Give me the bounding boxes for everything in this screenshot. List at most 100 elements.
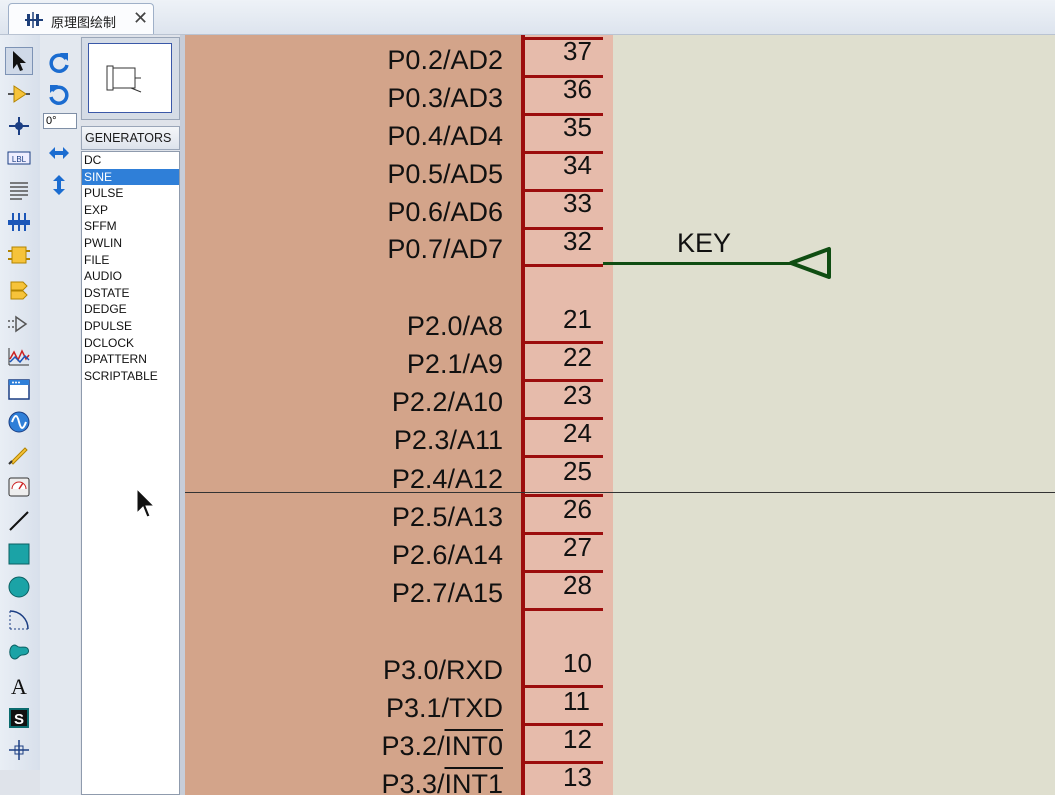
pin-name: P0.4/AD4 — [387, 121, 503, 151]
selection-arrow-icon[interactable] — [5, 47, 33, 75]
generator-item-sine[interactable]: SINE — [82, 168, 179, 186]
rotation-angle-input[interactable] — [43, 113, 77, 129]
pin-name: P0.2/AD2 — [387, 45, 503, 75]
orientation-toolbar — [40, 35, 80, 795]
pin-name: P0.7/AD7 — [387, 234, 503, 264]
pin-number: 10 — [563, 648, 592, 678]
subcircuit-icon[interactable] — [5, 241, 33, 269]
pin-name: P0.5/AD5 — [387, 159, 503, 189]
chip-edge — [521, 35, 525, 795]
pin-number: 27 — [563, 532, 592, 562]
generator-item-dc[interactable]: DC — [82, 152, 179, 169]
svg-text:A: A — [11, 674, 27, 697]
tab-schematic-capture[interactable]: 原理图绘制 ✕ — [8, 3, 154, 34]
text-icon[interactable]: A — [5, 671, 33, 699]
pin-number: 24 — [563, 418, 592, 448]
pin-name: P2.4/A12 — [391, 464, 503, 494]
pin-number: 25 — [563, 456, 592, 486]
pin-number: 36 — [563, 74, 592, 104]
pin-number: 35 — [563, 112, 592, 142]
bus-icon[interactable] — [5, 208, 33, 236]
generator-item-file[interactable]: FILE — [82, 252, 179, 269]
box-icon[interactable] — [5, 540, 33, 568]
pin-name: P3.2/INT0 — [381, 731, 503, 761]
text-script-icon[interactable] — [5, 176, 33, 204]
pin-number: 28 — [563, 570, 592, 600]
generator-item-dstate[interactable]: DSTATE — [82, 285, 179, 302]
rotate-cw-icon[interactable] — [45, 48, 73, 76]
mode-toolbar: LBL A S — [0, 35, 41, 770]
generator-item-pwlin[interactable]: PWLIN — [82, 235, 179, 252]
pin-name: P2.3/A11 — [393, 425, 503, 455]
device-pin-icon[interactable] — [5, 310, 33, 338]
junction-icon[interactable] — [5, 112, 33, 140]
generator-icon[interactable] — [5, 408, 33, 436]
mirror-x-icon[interactable] — [45, 139, 73, 167]
svg-text:S: S — [14, 711, 24, 728]
pin-name: P3.0/RXD — [382, 655, 503, 685]
pin-number: 22 — [563, 342, 592, 372]
pin-line[interactable] — [523, 264, 603, 267]
mouse-cursor-icon — [136, 487, 156, 518]
pin-name: P2.6/A14 — [391, 540, 503, 570]
key-wire[interactable] — [603, 262, 791, 265]
generator-item-exp[interactable]: EXP — [82, 202, 179, 219]
generators-header: GENERATORS — [81, 126, 180, 150]
input-terminal-icon[interactable] — [787, 246, 831, 282]
voltage-probe-icon[interactable] — [5, 440, 33, 468]
pin-name: P2.5/A13 — [391, 502, 503, 532]
pin-name: P2.1/A9 — [406, 349, 503, 379]
pin-number: 13 — [563, 762, 592, 792]
component-icon[interactable] — [5, 80, 33, 108]
generator-item-dclock[interactable]: DCLOCK — [82, 335, 179, 352]
pin-name: P3.3/INT1 — [381, 769, 503, 795]
generator-item-audio[interactable]: AUDIO — [82, 268, 179, 285]
circle-icon[interactable] — [5, 573, 33, 601]
pin-line[interactable] — [523, 608, 603, 611]
generators-list[interactable]: DC SINE PULSE EXP SFFM PWLIN FILE AUDIO DSTATE DE… — [81, 151, 180, 795]
mirror-y-icon[interactable] — [45, 171, 73, 199]
generator-item-scriptable[interactable]: SCRIPTABLE — [82, 368, 179, 385]
pin-name: P2.2/A10 — [391, 387, 503, 417]
pin-number: 23 — [563, 380, 592, 410]
graph-icon[interactable] — [5, 343, 33, 371]
arc-icon[interactable] — [5, 606, 33, 634]
pin-number: 26 — [563, 494, 592, 524]
pin-number: 37 — [563, 36, 592, 66]
pin-strip — [523, 35, 613, 795]
pin-name: P0.1/AD1 — [203, 35, 503, 37]
terminal-icon[interactable] — [5, 276, 33, 304]
pin-number: 11 — [563, 686, 590, 716]
generator-item-dpulse[interactable]: DPULSE — [82, 318, 179, 335]
pin-number: 12 — [563, 724, 592, 754]
component-preview — [81, 37, 180, 120]
rotate-ccw-icon[interactable] — [45, 80, 73, 108]
generator-item-dpattern[interactable]: DPATTERN — [82, 351, 179, 368]
pin-name: P0.6/AD6 — [387, 197, 503, 227]
pin-number: 21 — [563, 304, 592, 334]
wire-label-icon[interactable]: LBL — [5, 144, 33, 172]
close-icon[interactable]: ✕ — [133, 8, 148, 28]
symbol-icon[interactable]: S — [5, 704, 33, 732]
svg-text:LBL: LBL — [12, 155, 27, 164]
tape-recorder-icon[interactable] — [5, 375, 33, 403]
marker-icon[interactable] — [5, 736, 33, 764]
schematic-icon — [25, 12, 43, 28]
pin-number: 34 — [563, 150, 592, 180]
virtual-instrument-icon[interactable] — [5, 473, 33, 501]
pin-name: P0.3/AD3 — [387, 83, 503, 113]
pin-number: 32 — [563, 226, 592, 256]
generator-item-dedge[interactable]: DEDGE — [82, 301, 179, 318]
tab-label: 原理图绘制 — [51, 15, 117, 30]
generator-item-pulse[interactable]: PULSE — [82, 185, 179, 202]
path-icon[interactable] — [5, 638, 33, 666]
tab-bar: 原理图绘制 ✕ — [0, 0, 1055, 35]
pin-name: P3.1/TXD — [385, 693, 503, 723]
generator-preview-icon — [106, 65, 142, 93]
line-icon[interactable] — [5, 507, 33, 535]
pin-name: P2.0/A8 — [406, 311, 503, 341]
pin-number: 33 — [563, 188, 592, 218]
pin-name: P2.7/A15 — [391, 578, 503, 608]
schematic-canvas[interactable]: P0.1/AD1 37 P0.2/AD2 36 P0.3/AD3 35 P0.4/AD4 34… — [185, 35, 1055, 795]
generator-item-sffm[interactable]: SFFM — [82, 218, 179, 235]
